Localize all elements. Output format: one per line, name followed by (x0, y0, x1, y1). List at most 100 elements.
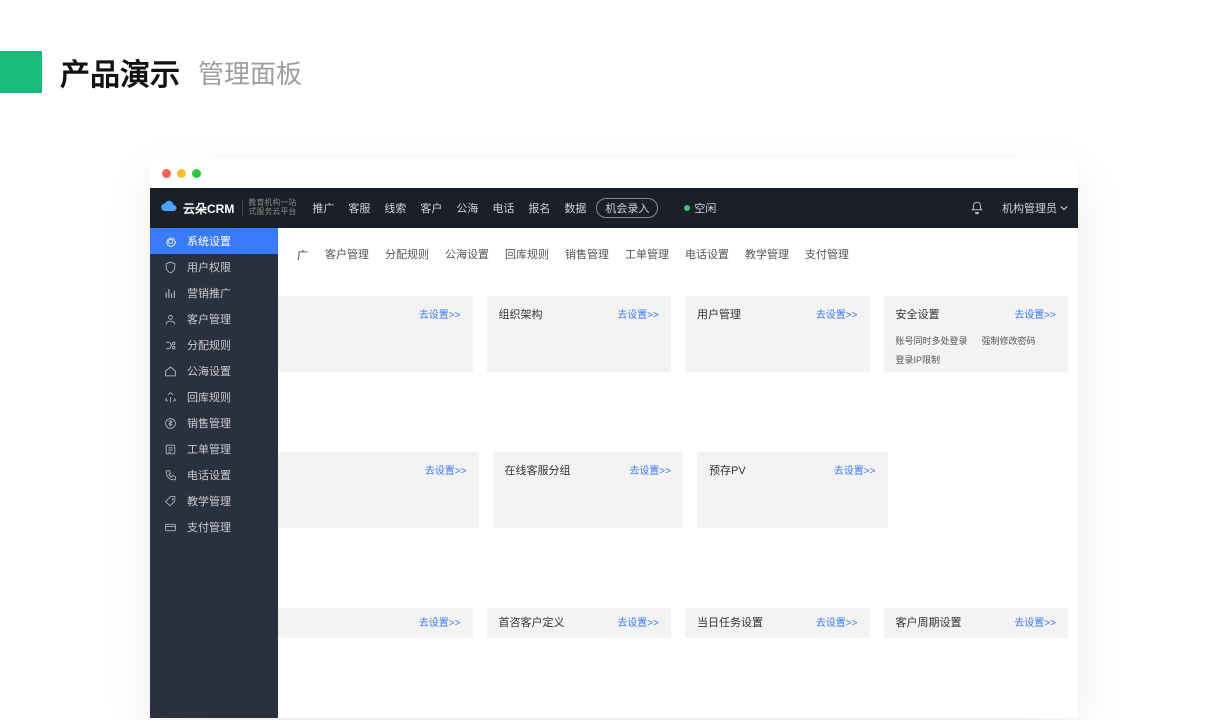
sidebar-item-label: 教学管理 (187, 493, 231, 509)
shield-icon (164, 261, 177, 274)
subtab[interactable]: 工单管理 (617, 242, 677, 268)
chevron-down-icon (1060, 204, 1068, 212)
card-row: 推广渠道设置 去设置>>在线客服分组 去设置>>预存PV 去设置>> (288, 452, 1068, 528)
subtab-cut[interactable]: 广 (288, 242, 317, 268)
sidebar-item-phone[interactable]: 电话设置 (150, 462, 278, 488)
sidebar-item-label: 回库规则 (187, 389, 231, 405)
user-label-text: 机构管理员 (1002, 200, 1057, 216)
sidebar-item-home[interactable]: 公海设置 (150, 358, 278, 384)
settings-card: 首咨客户定义 去设置>> (487, 608, 672, 638)
go-settings-link[interactable]: 去设置>> (617, 306, 659, 321)
ticket-icon (164, 443, 177, 456)
page-subtitle: 管理面板 (198, 54, 302, 91)
sidebar-item-person[interactable]: 客户管理 (150, 306, 278, 332)
subtab[interactable]: 公海设置 (437, 242, 497, 268)
minimize-dot[interactable] (177, 169, 186, 178)
go-settings-link[interactable]: 去设置>> (1014, 614, 1056, 629)
sidebar-item-shield[interactable]: 用户权限 (150, 254, 278, 280)
go-settings-link[interactable]: 去设置>> (419, 306, 461, 321)
settings-card: 在线客服分组 去设置>> (493, 452, 684, 528)
window-controls (150, 158, 1078, 188)
subtabs: 广客户管理分配规则公海设置回库规则销售管理工单管理电话设置教学管理支付管理 (278, 228, 1078, 276)
home-icon (164, 365, 177, 378)
logo-tagline: 教育机构一站式服务云平台 (242, 199, 296, 217)
sidebar-item-label: 系统设置 (187, 233, 231, 249)
nav-data[interactable]: 数据 (564, 200, 586, 216)
card-item[interactable]: 账号同时多处登录 (896, 334, 968, 347)
card-row: 基础设置 去设置>>组织架构 去设置>>用户管理 去设置>>安全设置 去设置>>… (288, 296, 1068, 372)
go-settings-link[interactable]: 去设置>> (617, 614, 659, 629)
go-settings-link[interactable]: 去设置>> (834, 462, 876, 477)
record-button[interactable]: 机会录入 (596, 198, 658, 218)
subtab[interactable]: 回库规则 (497, 242, 557, 268)
card-row: 客户字段设置 去设置>>首咨客户定义 去设置>>当日任务设置 去设置>>客户周期… (288, 608, 1068, 638)
nav-pool[interactable]: 公海 (456, 200, 478, 216)
card-pay-icon (164, 521, 177, 534)
sidebar-item-settings[interactable]: 系统设置 (150, 228, 278, 254)
go-settings-link[interactable]: 去设置>> (816, 306, 858, 321)
settings-card: 推广渠道设置 去设置>> (278, 452, 479, 528)
sidebar-item-label: 公海设置 (187, 363, 231, 379)
top-right: 机构管理员 (970, 200, 1068, 216)
nav-promo[interactable]: 推广 (312, 200, 334, 216)
sales-icon (164, 417, 177, 430)
subtab[interactable]: 销售管理 (557, 242, 617, 268)
settings-card: 当日任务设置 去设置>> (685, 608, 870, 638)
close-dot[interactable] (162, 169, 171, 178)
sidebar-item-tag[interactable]: 教学管理 (150, 488, 278, 514)
logo[interactable]: 云朵CRM 教育机构一站式服务云平台 (160, 199, 296, 217)
phone-icon (164, 469, 177, 482)
nav-leads[interactable]: 线索 (384, 200, 406, 216)
top-nav: 推广 客服 线索 客户 公海 电话 报名 数据 (312, 200, 586, 216)
go-settings-link[interactable]: 去设置>> (816, 614, 858, 629)
cloud-icon (160, 199, 178, 217)
nav-service[interactable]: 客服 (348, 200, 370, 216)
settings-icon (164, 235, 177, 248)
zoom-dot[interactable] (192, 169, 201, 178)
sidebar-item-sales[interactable]: 销售管理 (150, 410, 278, 436)
subtab[interactable]: 教学管理 (737, 242, 797, 268)
sidebar-item-label: 支付管理 (187, 519, 231, 535)
sidebar-item-recycle[interactable]: 回库规则 (150, 384, 278, 410)
sidebar-item-card-pay[interactable]: 支付管理 (150, 514, 278, 540)
sidebar: 系统设置用户权限营销推广客户管理分配规则公海设置回库规则销售管理工单管理电话设置… (150, 228, 278, 718)
settings-card: 基础设置 去设置>> (278, 296, 473, 372)
settings-card: 安全设置 去设置>>账号同时多处登录强制修改密码登录IP限制 (884, 296, 1069, 372)
settings-card: 客户字段设置 去设置>> (278, 608, 473, 638)
go-settings-link[interactable]: 去设置>> (1014, 306, 1056, 321)
cards-grid: 基础设置 去设置>>组织架构 去设置>>用户管理 去设置>>安全设置 去设置>>… (278, 296, 1078, 658)
nav-signup[interactable]: 报名 (528, 200, 550, 216)
settings-card: 预存PV 去设置>> (697, 452, 888, 528)
sidebar-item-label: 电话设置 (187, 467, 231, 483)
page-header: 产品演示 管理面板 (0, 50, 302, 94)
status-dot-icon (684, 205, 690, 211)
sidebar-item-ticket[interactable]: 工单管理 (150, 436, 278, 462)
sidebar-item-label: 分配规则 (187, 337, 231, 353)
card-items: 账号同时多处登录 强制修改密码登录IP限制 (896, 334, 1057, 366)
sidebar-item-flow[interactable]: 分配规则 (150, 332, 278, 358)
sidebar-item-label: 营销推广 (187, 285, 231, 301)
sidebar-item-chart[interactable]: 营销推广 (150, 280, 278, 306)
topbar: 云朵CRM 教育机构一站式服务云平台 推广 客服 线索 客户 公海 电话 报名 … (150, 188, 1078, 228)
go-settings-link[interactable]: 去设置>> (419, 614, 461, 629)
sidebar-item-label: 客户管理 (187, 311, 231, 327)
accent-block (0, 51, 42, 93)
card-item[interactable]: 强制修改密码 (982, 334, 1036, 347)
card-item[interactable]: 登录IP限制 (896, 353, 941, 366)
subtab[interactable]: 客户管理 (317, 242, 377, 268)
subtab[interactable]: 支付管理 (797, 242, 857, 268)
nav-phone[interactable]: 电话 (492, 200, 514, 216)
go-settings-link[interactable]: 去设置>> (425, 462, 467, 477)
settings-card: 客户周期设置 去设置>> (884, 608, 1069, 638)
bell-icon[interactable] (970, 201, 984, 215)
user-menu[interactable]: 机构管理员 (1002, 200, 1068, 216)
status-indicator[interactable]: 空闲 (684, 200, 716, 216)
nav-customer[interactable]: 客户 (420, 200, 442, 216)
subtab[interactable]: 分配规则 (377, 242, 437, 268)
subtab[interactable]: 电话设置 (677, 242, 737, 268)
page-title: 产品演示 (60, 50, 180, 94)
go-settings-link[interactable]: 去设置>> (629, 462, 671, 477)
sidebar-item-label: 工单管理 (187, 441, 231, 457)
chart-icon (164, 287, 177, 300)
main-content: 广客户管理分配规则公海设置回库规则销售管理工单管理电话设置教学管理支付管理 基础… (278, 228, 1078, 718)
